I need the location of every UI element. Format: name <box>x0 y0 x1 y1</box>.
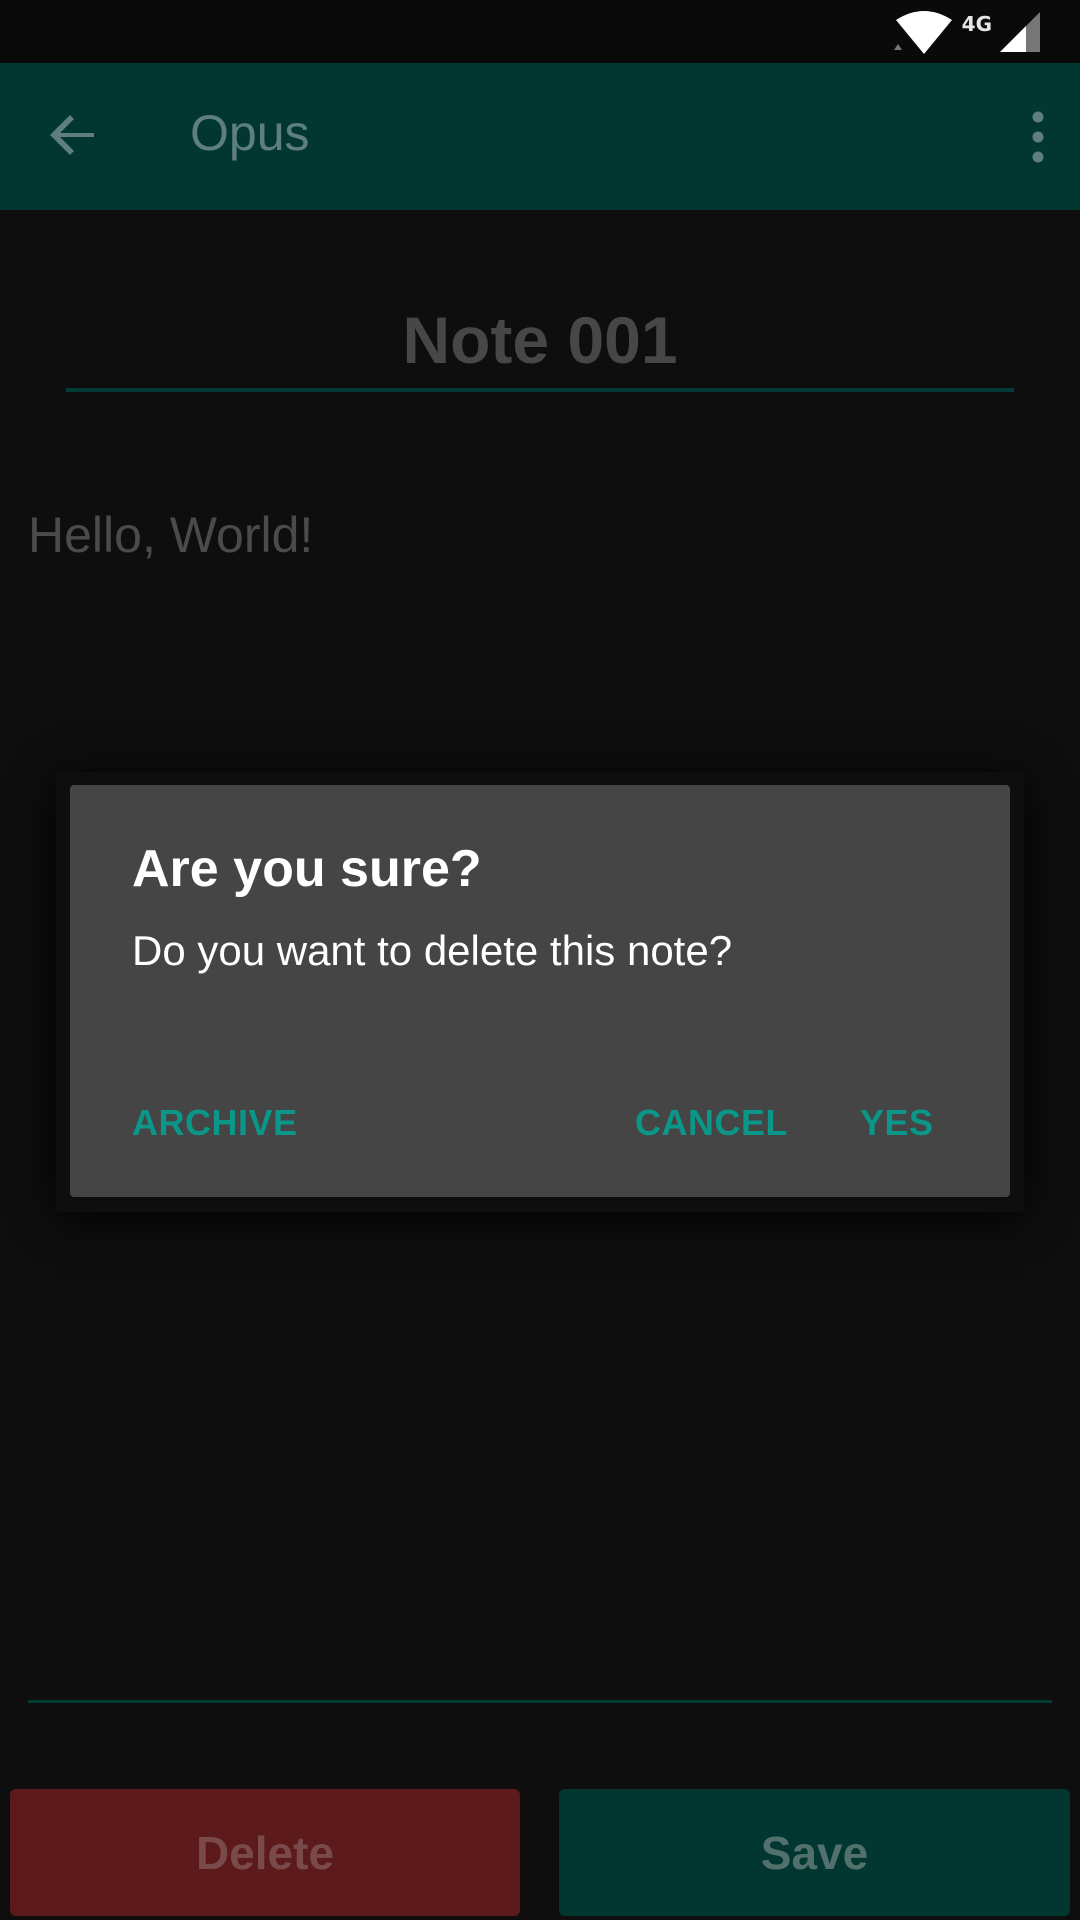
screen: 4G Opus Note 001 Hello, World! Delete Sa… <box>0 0 1080 1920</box>
archive-button[interactable]: ARCHIVE <box>132 1093 298 1153</box>
body-underline <box>28 1700 1052 1703</box>
network-type-label: 4G <box>961 12 992 36</box>
delete-button[interactable]: Delete <box>10 1789 520 1916</box>
yes-button[interactable]: YES <box>860 1093 934 1153</box>
confirm-dialog: Are you sure? Do you want to delete this… <box>70 785 1010 1197</box>
app-title: Opus <box>190 105 310 161</box>
status-bar: 4G <box>0 0 1080 63</box>
dialog-message: Do you want to delete this note? <box>132 927 733 974</box>
status-icons: 4G <box>893 10 1040 54</box>
arrow-back-icon[interactable] <box>46 107 102 163</box>
note-title-input[interactable]: Note 001 <box>66 300 1014 380</box>
title-underline <box>66 388 1014 392</box>
cancel-button[interactable]: CANCEL <box>635 1093 788 1153</box>
wifi-icon <box>893 10 954 54</box>
app-bar: Opus <box>0 63 1080 210</box>
more-vert-icon[interactable] <box>1018 109 1058 165</box>
note-body-input[interactable]: Hello, World! <box>28 500 313 570</box>
cell-signal-icon <box>1000 12 1040 52</box>
dialog-title: Are you sure? <box>132 840 482 898</box>
save-button[interactable]: Save <box>559 1789 1070 1916</box>
